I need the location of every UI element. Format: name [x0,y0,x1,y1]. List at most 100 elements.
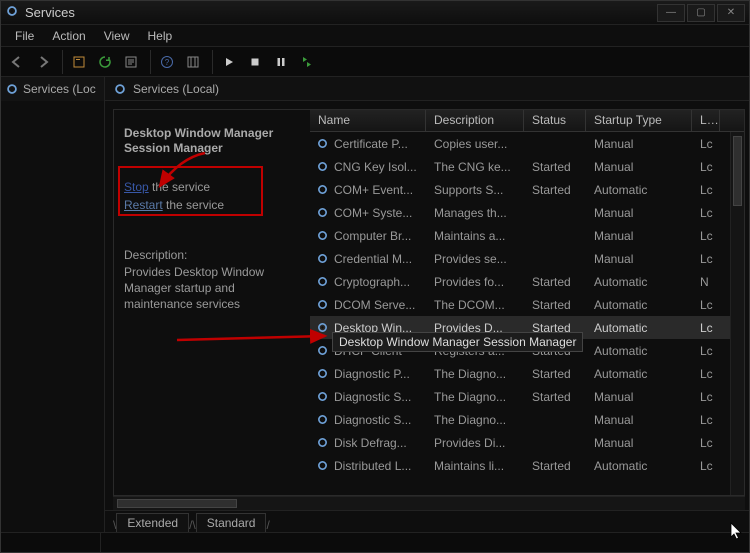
tree-root-label: Services (Loc [23,82,96,96]
col-header-description[interactable]: Description [426,110,524,131]
cell-description: Provides Di... [430,436,528,450]
cell-startup: Manual [590,252,696,266]
cell-logon: Lc [696,206,720,220]
menu-action[interactable]: Action [44,27,93,45]
tab-standard[interactable]: Standard [196,513,267,532]
grid-header: Name Description Status Startup Type Lo [310,110,744,132]
cell-name: Disk Defrag... [330,436,430,450]
cell-description: Provides se... [430,252,528,266]
table-row[interactable]: Cryptograph...Provides fo...StartedAutom… [310,270,744,293]
table-row[interactable]: Credential M...Provides se...ManualLc [310,247,744,270]
cell-startup: Automatic [590,459,696,473]
cell-startup: Automatic [590,367,696,381]
cell-logon: Lc [696,321,720,335]
table-row[interactable]: Disk Defrag...Provides Di... ManualLc [310,431,744,454]
detail-panel: Desktop Window Manager Session Manager S… [114,110,310,495]
cell-startup: Automatic [590,344,696,358]
vertical-scrollbar[interactable] [730,132,744,495]
cell-name: Distributed L... [330,459,430,473]
titlebar: Services — ▢ ✕ [1,1,749,25]
cell-name: COM+ Syste... [330,206,430,220]
cell-startup: Manual [590,229,696,243]
col-header-name[interactable]: Name [310,110,426,131]
refresh-icon[interactable] [93,50,117,74]
cell-name: Cryptograph... [330,275,430,289]
menu-view[interactable]: View [96,27,138,45]
table-row[interactable]: Diagnostic P...The Diagno...StartedAutom… [310,362,744,385]
table-row[interactable]: COM+ Syste...Manages th... ManualLc [310,201,744,224]
cell-status: Started [528,275,590,289]
cell-status: Started [528,459,590,473]
stop-icon[interactable] [243,50,267,74]
restart-suffix: the service [163,198,224,212]
cell-description: Maintains a... [430,229,528,243]
services-icon [5,4,19,21]
menu-help[interactable]: Help [140,27,181,45]
properties-icon[interactable] [67,50,91,74]
table-row[interactable]: Computer Br...Maintains a...ManualLc [310,224,744,247]
svg-text:?: ? [165,58,170,67]
table-row[interactable]: Diagnostic S...The Diagno...ManualLc [310,408,744,431]
cell-description: The DCOM... [430,298,528,312]
cell-description: Maintains li... [430,459,528,473]
restart-icon[interactable] [295,50,319,74]
tab-extended[interactable]: Extended [116,513,189,532]
gear-icon [314,321,330,334]
forward-button[interactable] [31,50,55,74]
table-row[interactable]: Distributed L...Maintains li...StartedAu… [310,454,744,477]
cell-logon: N [696,275,720,289]
statusbar [1,532,749,552]
cell-startup: Manual [590,137,696,151]
cell-startup: Automatic [590,321,696,335]
cell-startup: Manual [590,206,696,220]
gear-icon [314,436,330,449]
maximize-button[interactable]: ▢ [687,4,715,22]
cell-startup: Automatic [590,275,696,289]
cell-logon: Lc [696,390,720,404]
cell-description: The Diagno... [430,413,528,427]
cell-name: Credential M... [330,252,430,266]
pause-icon[interactable] [269,50,293,74]
cell-startup: Manual [590,413,696,427]
cell-status: Started [528,183,590,197]
gear-icon [314,298,330,311]
gear-icon [314,183,330,196]
description-text: Provides Desktop Window Manager startup … [124,264,300,313]
menu-file[interactable]: File [7,27,42,45]
minimize-button[interactable]: — [657,4,685,22]
table-row[interactable]: DCOM Serve...The DCOM...StartedAutomatic… [310,293,744,316]
gear-icon [314,367,330,380]
right-pane-title: Services (Local) [133,82,219,96]
col-header-status[interactable]: Status [524,110,586,131]
cell-logon: Lc [696,436,720,450]
cell-logon: Lc [696,298,720,312]
tree-root[interactable]: Services (Loc [1,77,104,101]
help-icon[interactable]: ? [155,50,179,74]
gear-icon [314,390,330,403]
table-row[interactable]: Diagnostic S...The Diagno...StartedManua… [310,385,744,408]
gear-icon [314,252,330,265]
close-button[interactable]: ✕ [717,4,745,22]
stop-service-link[interactable]: Stop [124,180,149,194]
cell-startup: Manual [590,436,696,450]
col-header-logon[interactable]: Lo [692,110,720,131]
cell-name: DCOM Serve... [330,298,430,312]
cell-name: Diagnostic S... [330,413,430,427]
restart-service-link[interactable]: Restart [124,198,163,212]
col-header-startup[interactable]: Startup Type [586,110,692,131]
columns-icon[interactable] [181,50,205,74]
cell-logon: Lc [696,367,720,381]
cell-startup: Manual [590,160,696,174]
cell-description: Provides fo... [430,275,528,289]
table-row[interactable]: COM+ Event...Supports S...StartedAutomat… [310,178,744,201]
gear-icon [314,206,330,219]
table-row[interactable]: Certificate P...Copies user...ManualLc [310,132,744,155]
horizontal-scrollbar[interactable] [113,496,745,510]
play-icon[interactable] [217,50,241,74]
export-list-icon[interactable] [119,50,143,74]
cell-description: Manages th... [430,206,528,220]
cell-name: Diagnostic S... [330,390,430,404]
back-button[interactable] [5,50,29,74]
table-row[interactable]: CNG Key Isol...The CNG ke...StartedManua… [310,155,744,178]
cell-startup: Automatic [590,298,696,312]
